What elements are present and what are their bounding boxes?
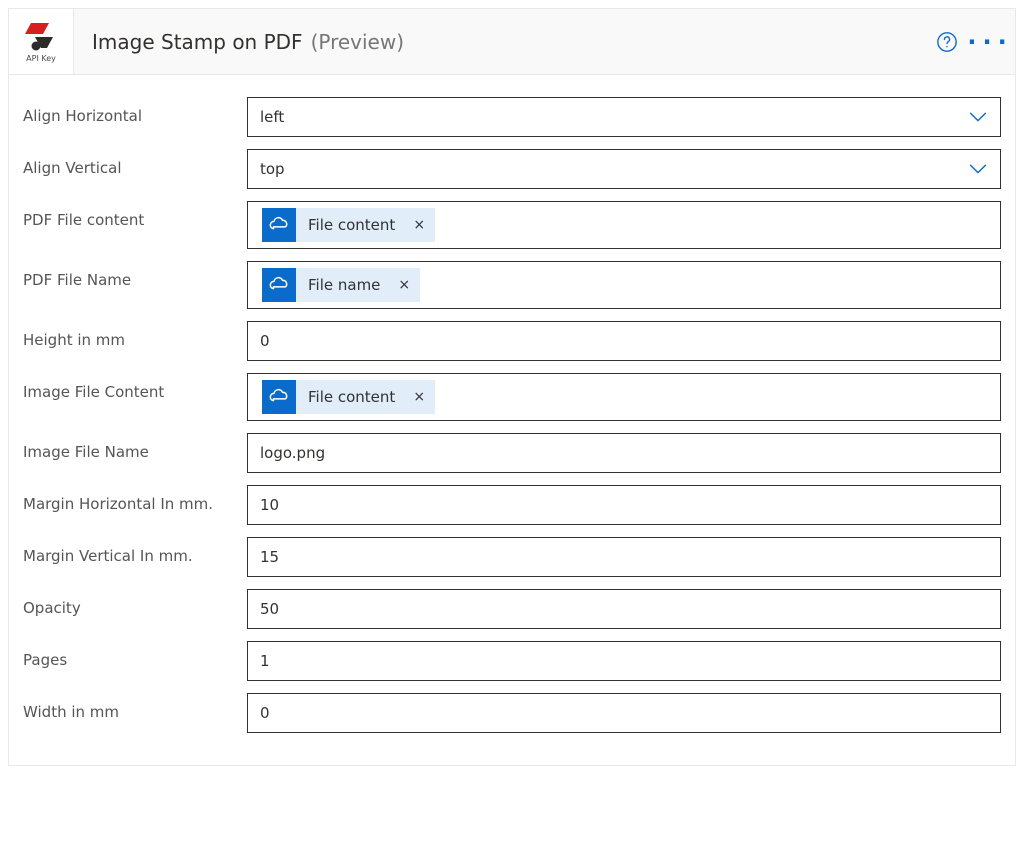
onedrive-icon [262, 268, 296, 302]
action-card: API Key Image Stamp on PDF (Preview) ···… [8, 8, 1016, 766]
label-height-mm: Height in mm [23, 321, 247, 349]
align-vertical-value: top [248, 160, 297, 178]
label-opacity: Opacity [23, 589, 247, 617]
label-pdf-file-content: PDF File content [23, 201, 247, 229]
margin-vertical-field [247, 537, 1001, 577]
label-image-file-name: Image File Name [23, 433, 247, 461]
image-file-name-input[interactable] [248, 434, 1000, 472]
label-align-vertical: Align Vertical [23, 149, 247, 177]
remove-token-icon[interactable]: × [388, 277, 420, 293]
opacity-field [247, 589, 1001, 629]
action-preview-badge: (Preview) [311, 30, 404, 54]
align-horizontal-value: left [248, 108, 296, 126]
action-title-wrap: Image Stamp on PDF (Preview) [86, 30, 921, 54]
card-body: Align Horizontal left Align Vertical top… [9, 75, 1015, 765]
margin-horizontal-input[interactable] [248, 486, 1000, 524]
token-label: File content [296, 216, 403, 234]
dynamic-content-token[interactable]: File content × [262, 380, 435, 414]
more-icon[interactable]: ··· [973, 28, 1001, 56]
label-margin-vertical: Margin Vertical In mm. [23, 537, 247, 565]
margin-vertical-input[interactable] [248, 538, 1000, 576]
height-mm-field [247, 321, 1001, 361]
label-margin-horizontal: Margin Horizontal In mm. [23, 485, 247, 513]
dynamic-content-token[interactable]: File name × [262, 268, 420, 302]
align-horizontal-select[interactable]: left [247, 97, 1001, 137]
pages-field [247, 641, 1001, 681]
pdf-file-name-input[interactable]: File name × [247, 261, 1001, 309]
label-align-horizontal: Align Horizontal [23, 97, 247, 125]
image-file-name-field [247, 433, 1001, 473]
dynamic-content-token[interactable]: File content × [262, 208, 435, 242]
action-title: Image Stamp on PDF [92, 30, 303, 54]
margin-horizontal-field [247, 485, 1001, 525]
pdf4me-icon [21, 20, 61, 54]
image-file-content-input[interactable]: File content × [247, 373, 1001, 421]
opacity-input[interactable] [248, 590, 1000, 628]
onedrive-icon [262, 208, 296, 242]
pdf-file-content-input[interactable]: File content × [247, 201, 1001, 249]
width-mm-field [247, 693, 1001, 733]
height-mm-input[interactable] [248, 322, 1000, 360]
remove-token-icon[interactable]: × [403, 217, 435, 233]
connector-icon: API Key [9, 9, 74, 74]
label-image-file-content: Image File Content [23, 373, 247, 401]
label-pdf-file-name: PDF File Name [23, 261, 247, 289]
remove-token-icon[interactable]: × [403, 389, 435, 405]
chevron-down-icon [966, 157, 990, 181]
width-mm-input[interactable] [248, 694, 1000, 732]
align-vertical-select[interactable]: top [247, 149, 1001, 189]
label-pages: Pages [23, 641, 247, 669]
help-icon[interactable] [933, 28, 961, 56]
card-header: API Key Image Stamp on PDF (Preview) ··· [9, 9, 1015, 75]
connector-icon-label: API Key [26, 54, 56, 63]
onedrive-icon [262, 380, 296, 414]
label-width-mm: Width in mm [23, 693, 247, 721]
token-label: File content [296, 388, 403, 406]
token-label: File name [296, 276, 388, 294]
pages-input[interactable] [248, 642, 1000, 680]
chevron-down-icon [966, 105, 990, 129]
